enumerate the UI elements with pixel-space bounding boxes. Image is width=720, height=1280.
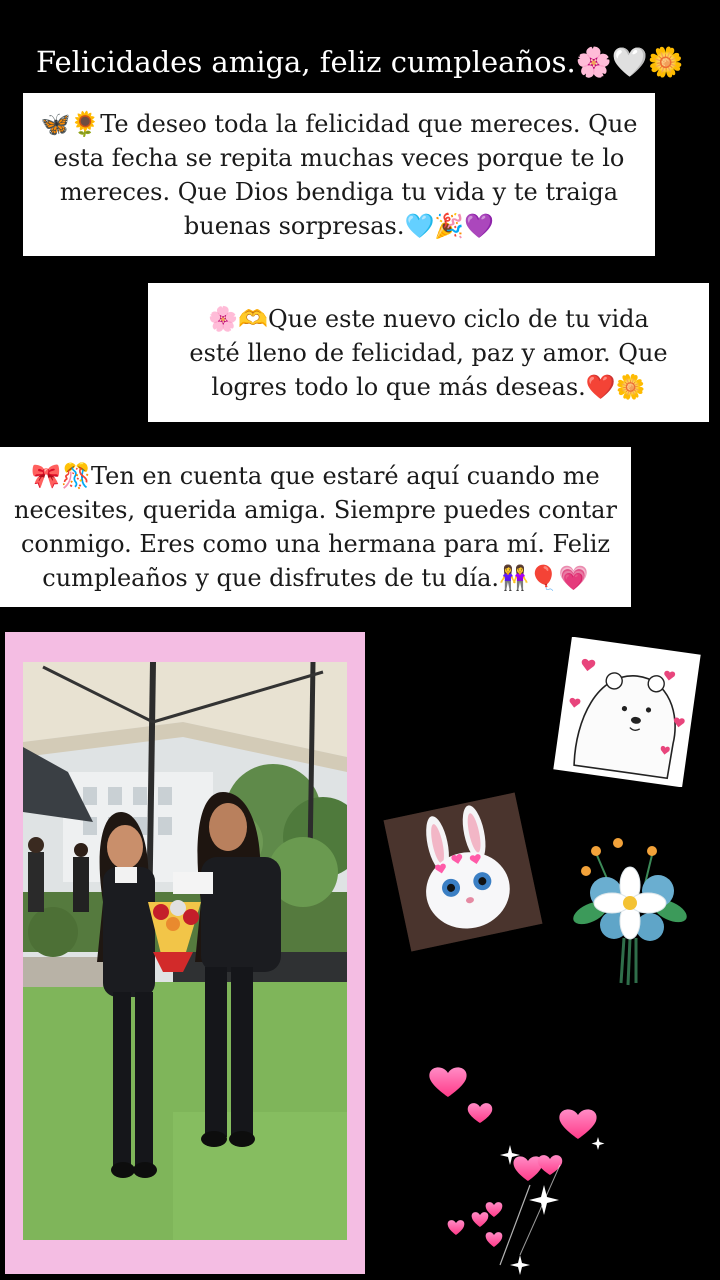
bouquet-sticker (566, 833, 696, 995)
bunny-sticker (382, 791, 544, 953)
friends-photo (23, 662, 347, 1240)
message-text-2: 🌸🫶Que este nuevo ciclo de tu vida esté l… (189, 304, 668, 401)
polar-bear-sticker (552, 636, 702, 788)
greeting-title: Felicidades amiga, feliz cumpleaños.🌸🤍🌼 (35, 45, 684, 79)
hearts-sparkles-sticker (420, 1055, 620, 1275)
message-text-3: 🎀🎊Ten en cuenta que estaré aquí cuando m… (14, 462, 617, 592)
photo-frame (5, 632, 365, 1274)
message-card-3: 🎀🎊Ten en cuenta que estaré aquí cuando m… (0, 447, 631, 607)
message-card-1: 🦋🌻Te deseo toda la felicidad que mereces… (23, 93, 655, 256)
message-text-1: 🦋🌻Te deseo toda la felicidad que mereces… (40, 109, 638, 240)
message-card-2: 🌸🫶Que este nuevo ciclo de tu vida esté l… (148, 283, 709, 422)
